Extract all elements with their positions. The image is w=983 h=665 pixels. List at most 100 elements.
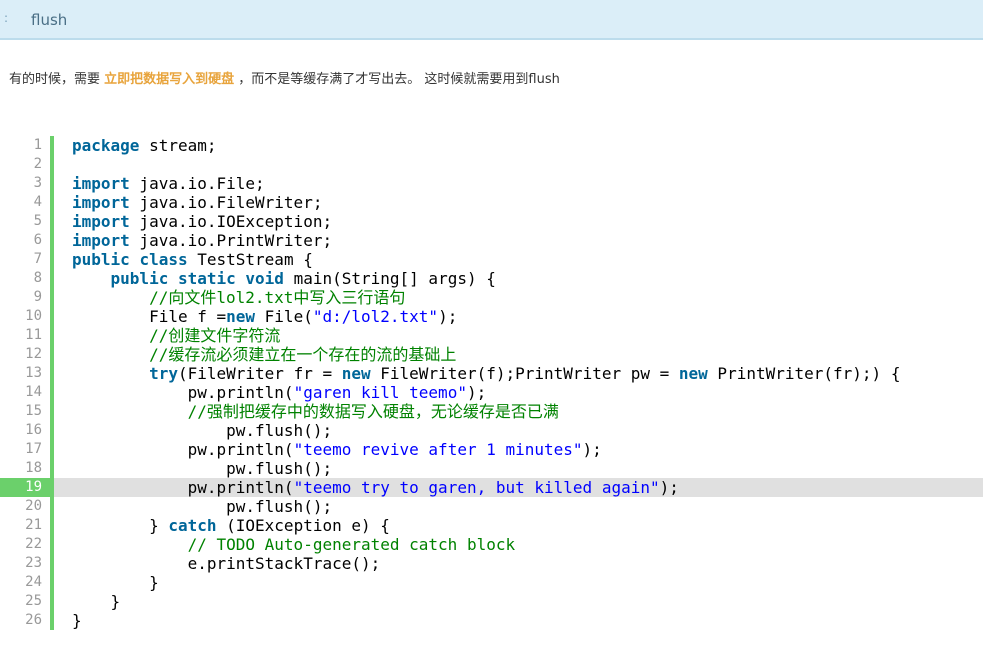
line-number: 16 (25, 422, 42, 438)
code-line: 13 try(FileWriter fr = new FileWriter(f)… (0, 364, 983, 383)
code-line-text: } (54, 611, 983, 630)
code-line: 12 //缓存流必须建立在一个存在的流的基础上 (0, 345, 983, 364)
code-token: import (72, 174, 130, 193)
code-token: pw.println( (72, 383, 294, 402)
line-number: 25 (25, 593, 42, 609)
code-line: 14 pw.println("garen kill teemo"); (0, 383, 983, 402)
line-number: 21 (25, 517, 42, 533)
code-token: "teemo try to garen, but killed again" (293, 478, 660, 497)
line-number: 15 (25, 403, 42, 419)
code-token: public (110, 269, 169, 288)
code-line: 15 //强制把缓存中的数据写入硬盘，无论缓存是否已满 (0, 402, 983, 421)
code-block[interactable]: 1 package stream; 2 3 import java.io.File; 4 i… (0, 136, 983, 630)
line-number: 2 (33, 156, 42, 172)
code-line: 16 pw.flush(); (0, 421, 983, 440)
code-token: pw.println( (72, 478, 294, 497)
code-line-text: // TODO Auto-generated catch block (54, 535, 983, 554)
code-token: "garen kill teemo" (293, 383, 467, 402)
code-line-text: File f =new File("d:/lol2.txt"); (54, 307, 983, 326)
code-line-text: e.printStackTrace(); (54, 554, 983, 573)
code-token: //向文件lol2.txt中写入三行语句 (149, 288, 406, 307)
line-number: 7 (33, 251, 42, 267)
code-line: 1 package stream; (0, 136, 983, 155)
code-token: pw.flush(); (72, 459, 333, 478)
line-number: 4 (33, 194, 42, 210)
line-number: 10 (25, 308, 42, 324)
code-token: // TODO Auto-generated catch block (187, 535, 516, 554)
line-number: 18 (25, 460, 42, 476)
code-line-text (54, 155, 983, 174)
code-token: } (72, 592, 121, 611)
code-line: 7 public class TestStream { (0, 250, 983, 269)
code-token: new (341, 364, 371, 383)
code-line: 17 pw.println("teemo revive after 1 minu… (0, 440, 983, 459)
line-number: 26 (25, 612, 42, 628)
code-line-text: public static void main(String[] args) { (54, 269, 983, 288)
code-line-text: pw.println("teemo try to garen, but kill… (54, 478, 983, 497)
code-line-text: package stream; (54, 136, 983, 155)
description-text-after: ，而不是等缓存满了才写出去。 这时候就需要用到flush (234, 72, 560, 87)
code-line-text: try(FileWriter fr = new FileWriter(f);Pr… (54, 364, 983, 383)
code-token: //创建文件字符流 (149, 326, 281, 345)
code-token: e.printStackTrace(); (72, 554, 381, 573)
line-number: 9 (33, 289, 42, 305)
code-token: public (72, 250, 130, 269)
code-line: 8 public static void main(String[] args)… (0, 269, 983, 288)
code-line: 9 //向文件lol2.txt中写入三行语句 (0, 288, 983, 307)
line-number: 19 (0, 478, 50, 497)
line-number: 23 (25, 555, 42, 571)
code-line: 24 } (0, 573, 983, 592)
code-line: 3 import java.io.File; (0, 174, 983, 193)
code-line: 11 //创建文件字符流 (0, 326, 983, 345)
code-token: catch (168, 516, 217, 535)
code-line: 18 pw.flush(); (0, 459, 983, 478)
code-line: 23 e.printStackTrace(); (0, 554, 983, 573)
section-header: : flush (0, 0, 983, 40)
line-number: 13 (25, 365, 42, 381)
code-token: ); (582, 440, 602, 459)
code-token: } (72, 611, 82, 630)
code-token: (IOException e) { (216, 516, 390, 535)
line-number: 22 (25, 536, 42, 552)
line-number: 3 (33, 175, 42, 191)
code-line-text: //创建文件字符流 (54, 326, 983, 345)
line-number: 24 (25, 574, 42, 590)
code-token: File( (255, 307, 313, 326)
code-line: 6 import java.io.PrintWriter; (0, 231, 983, 250)
code-line-text: } (54, 573, 983, 592)
code-token: import (72, 193, 130, 212)
line-number: 12 (25, 346, 42, 362)
code-line: 2 (0, 155, 983, 174)
header-marker: : (4, 11, 9, 25)
code-line: 4 import java.io.FileWriter; (0, 193, 983, 212)
code-token: pw.println( (72, 440, 294, 459)
code-token: FileWriter(f);PrintWriter pw = (370, 364, 679, 383)
code-token: new (226, 307, 256, 326)
code-line: 26} (0, 611, 983, 630)
code-token: TestStream { (187, 250, 313, 269)
code-line-text: import java.io.IOException; (54, 212, 983, 231)
code-token: java.io.IOException; (129, 212, 333, 231)
code-line-text: pw.println("garen kill teemo"); (54, 383, 983, 402)
code-token: java.io.PrintWriter; (129, 231, 333, 250)
line-number: 11 (25, 327, 42, 343)
code-line: 10 File f =new File("d:/lol2.txt"); (0, 307, 983, 326)
line-number: 17 (25, 441, 42, 457)
code-token: } (72, 573, 159, 592)
line-number: 5 (33, 213, 42, 229)
code-line: 5 import java.io.IOException; (0, 212, 983, 231)
code-token: java.io.FileWriter; (129, 193, 323, 212)
code-line: 25 } (0, 592, 983, 611)
code-line-text: public class TestStream { (54, 250, 983, 269)
code-token: static (177, 269, 236, 288)
code-line-text: pw.flush(); (54, 421, 983, 440)
code-line: 22 // TODO Auto-generated catch block (0, 535, 983, 554)
